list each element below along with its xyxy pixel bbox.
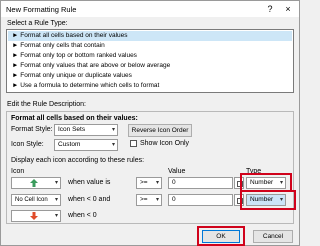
close-button[interactable]: × — [281, 3, 295, 15]
rule-type-item[interactable]: ► Use a formula to determine which cells… — [8, 81, 292, 91]
value-column-header: Value — [168, 168, 186, 175]
reverse-icon-order-button[interactable]: Reverse Icon Order — [128, 124, 192, 137]
format-style-label: Format Style: — [11, 126, 53, 133]
rule-type-item[interactable]: ► Format all cells based on their values — [8, 31, 292, 41]
rule-type-item[interactable]: ► Format only unique or duplicate values — [8, 71, 292, 81]
format-style-select[interactable]: Icon Sets ▾ — [54, 124, 118, 136]
rule-type-list[interactable]: ► Format all cells based on their values… — [6, 29, 294, 93]
ok-button-highlight — [197, 226, 245, 246]
format-style-value: Icon Sets — [58, 126, 86, 133]
chevron-down-icon: ▾ — [155, 197, 159, 203]
icon-select-row2[interactable]: No Cell Icon ▾ — [11, 194, 61, 206]
rule-type-item[interactable]: ► Format only cells that contain — [8, 41, 292, 51]
chevron-down-icon: ▾ — [54, 180, 58, 186]
operator-select-row1[interactable]: >= ▾ — [136, 177, 162, 189]
chevron-down-icon: ▾ — [54, 213, 58, 219]
operator-value-row2: >= — [140, 196, 148, 203]
no-cell-icon-text: No Cell Icon — [15, 197, 48, 203]
condition-text-row1: when value is — [68, 179, 111, 186]
value-input-row2[interactable]: 0 — [168, 194, 233, 206]
condition-text-row2: when < 0 and — [68, 196, 111, 203]
chevron-down-icon: ▾ — [155, 180, 159, 186]
chevron-down-icon: ▾ — [111, 142, 115, 148]
cancel-button[interactable]: Cancel — [253, 230, 293, 243]
display-rules-text: Display each icon according to these rul… — [11, 157, 145, 164]
icon-column-header: Icon — [11, 168, 25, 175]
help-button[interactable]: ? — [263, 3, 277, 15]
chevron-down-icon: ▾ — [54, 197, 58, 203]
condition-text-row3: when < 0 — [68, 212, 97, 219]
operator-value-row1: >= — [140, 179, 148, 186]
dialog-title: New Formatting Rule — [6, 5, 77, 14]
title-bar: New Formatting Rule ? × — [1, 1, 299, 17]
rule-type-label: Select a Rule Type: — [7, 20, 68, 27]
show-icon-only-label: Show Icon Only — [140, 140, 190, 147]
green-up-arrow-icon — [30, 179, 38, 187]
show-icon-only-checkbox[interactable] — [130, 140, 137, 147]
value-input-row1[interactable]: 0 — [168, 177, 233, 189]
red-down-arrow-icon — [30, 212, 38, 220]
icon-style-label: Icon Style: — [11, 141, 44, 148]
chevron-down-icon: ▾ — [111, 127, 115, 133]
rule-type-item[interactable]: ► Format only top or bottom ranked value… — [8, 51, 292, 61]
type-row2-highlight — [240, 190, 296, 210]
format-heading: Format all cells based on their values: — [11, 115, 138, 122]
icon-select-row3[interactable]: ▾ — [11, 210, 61, 222]
icon-select-row1[interactable]: ▾ — [11, 177, 61, 189]
rule-type-item[interactable]: ► Format only values that are above or b… — [8, 61, 292, 71]
icon-style-select[interactable]: Custom ▾ — [54, 139, 118, 151]
edit-description-label: Edit the Rule Description: — [7, 101, 86, 108]
operator-select-row2[interactable]: >= ▾ — [136, 194, 162, 206]
new-formatting-rule-dialog: New Formatting Rule ? × Select a Rule Ty… — [0, 0, 300, 246]
icon-style-value: Custom — [58, 141, 81, 148]
